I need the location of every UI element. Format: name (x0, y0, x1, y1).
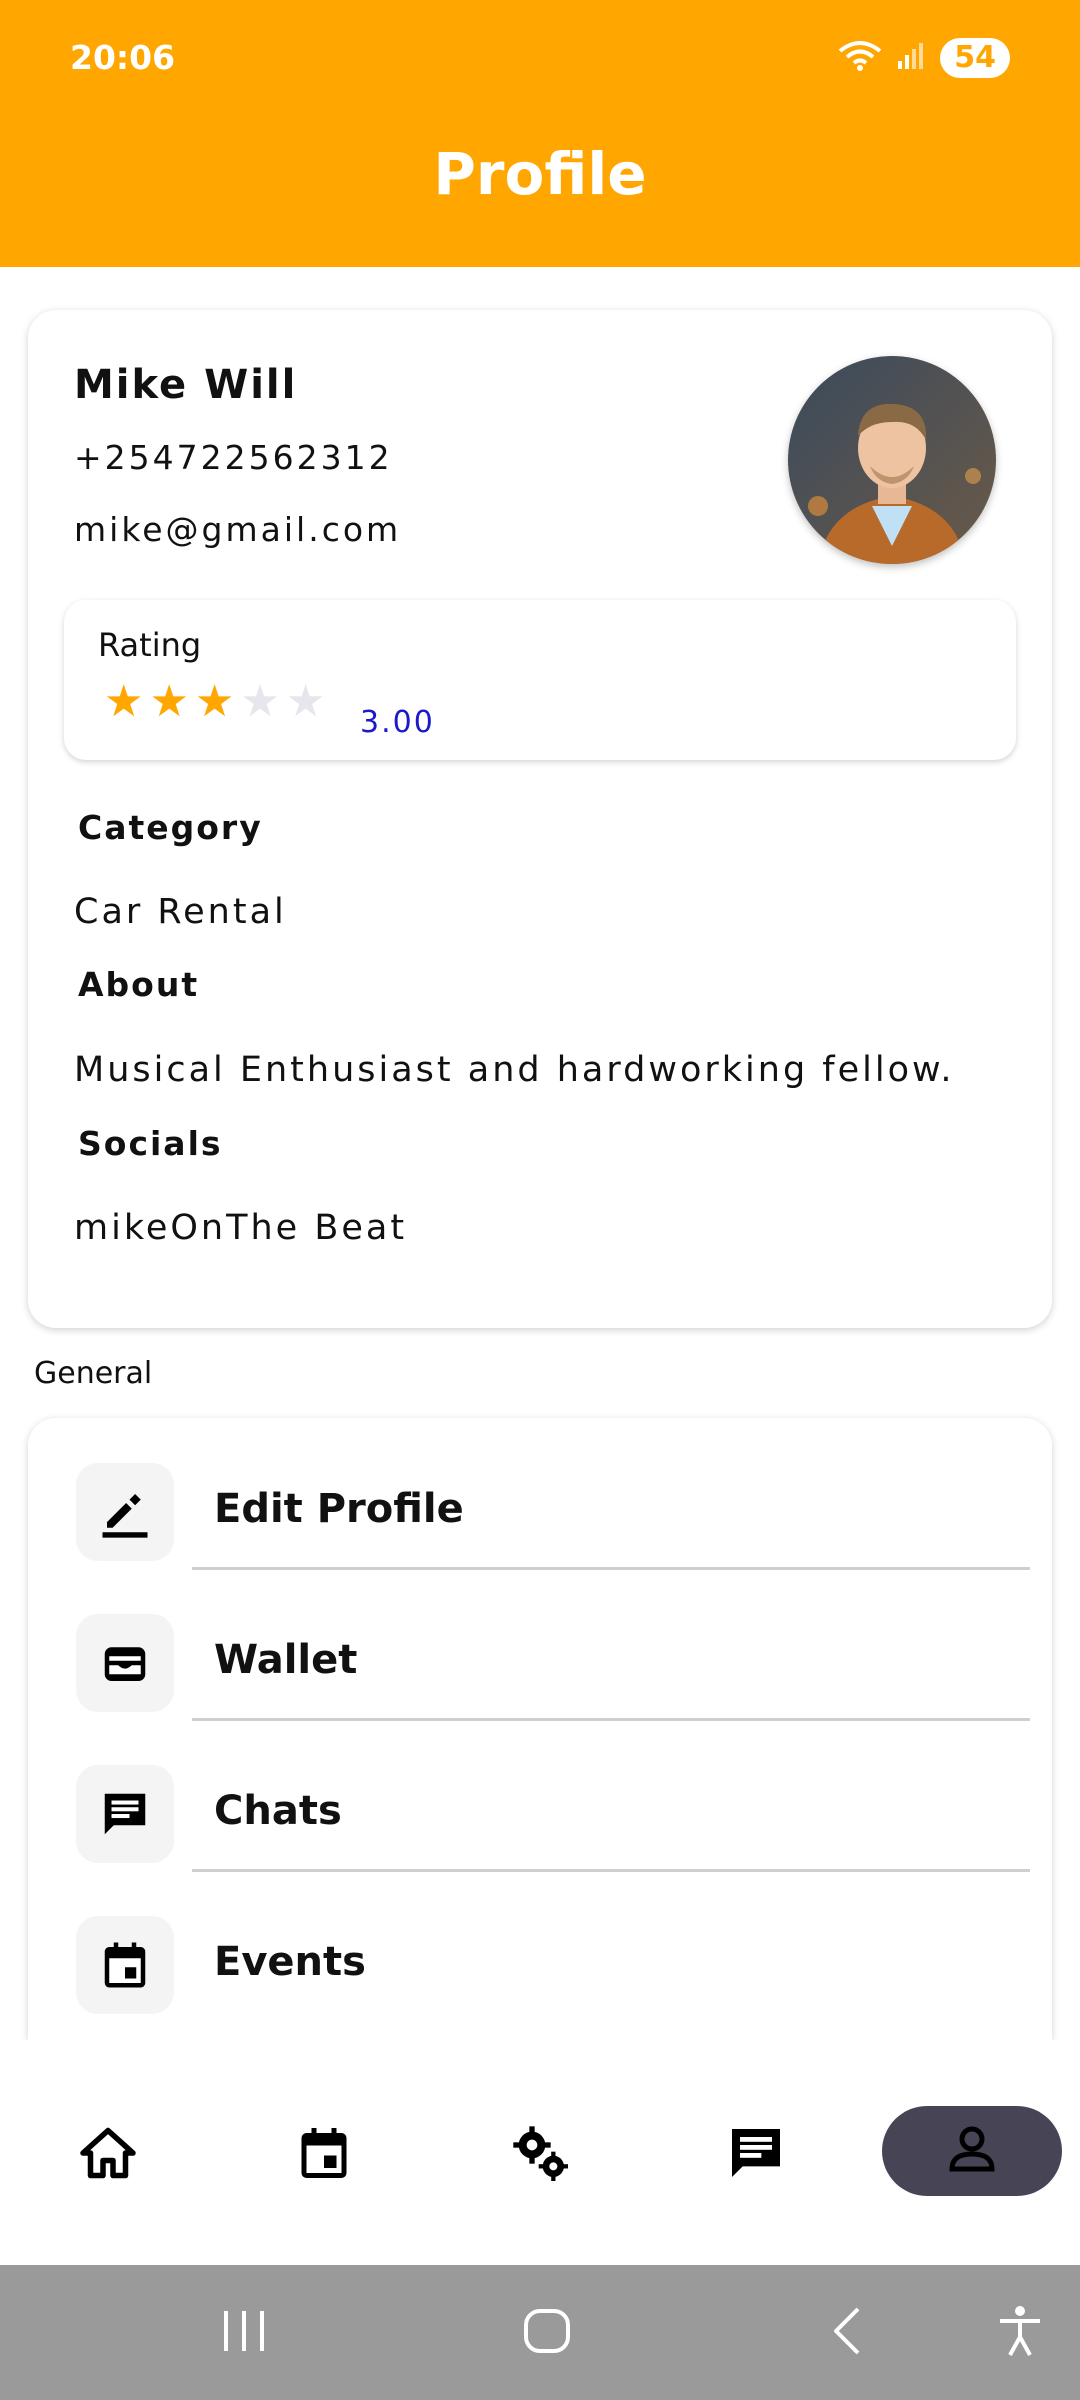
app-header: 20:06 54 Profile (0, 0, 1080, 267)
menu-label: Wallet (214, 1637, 358, 1683)
rating-value: 3.00 (360, 705, 435, 740)
menu-label: Events (214, 1939, 366, 1985)
chat-icon (76, 1765, 174, 1863)
home-nav-icon[interactable] (520, 2303, 576, 2363)
profile-email: mike@gmail.com (74, 510, 402, 549)
nav-home[interactable] (48, 2110, 168, 2200)
general-menu: Edit Profile Wallet Chats Events (28, 1418, 1052, 2040)
about-title: About (78, 965, 200, 1004)
star-icon: ★ (149, 676, 189, 727)
bottom-nav (0, 2040, 1080, 2265)
menu-item-events[interactable]: Events (28, 1871, 1052, 2021)
menu-item-edit-profile[interactable]: Edit Profile (28, 1418, 1052, 1570)
signal-icon (896, 41, 926, 75)
page-title: Profile (433, 140, 647, 208)
socials-value: mikeOnThe Beat (74, 1208, 408, 1248)
wifi-icon (838, 39, 882, 77)
general-section-label: General (34, 1356, 153, 1391)
battery-badge: 54 (940, 38, 1010, 78)
avatar[interactable] (788, 356, 996, 564)
rating-box: Rating ★ ★ ★ ★ ★ 3.00 (64, 600, 1016, 760)
star-icon: ★ (285, 676, 326, 727)
calendar-icon (76, 1916, 174, 2014)
about-value: Musical Enthusiast and hardworking fello… (74, 1050, 955, 1090)
back-icon[interactable] (826, 2303, 870, 2363)
menu-label: Chats (214, 1788, 342, 1834)
person-icon (942, 2119, 1002, 2183)
menu-item-chats[interactable]: Chats (28, 1720, 1052, 1872)
calendar-icon (294, 2123, 354, 2187)
home-icon (78, 2123, 138, 2187)
accessibility-icon[interactable] (996, 2303, 1044, 2363)
category-title: Category (78, 808, 263, 847)
recents-icon[interactable] (220, 2303, 268, 2363)
status-icons: 54 (838, 38, 1010, 78)
menu-item-wallet[interactable]: Wallet (28, 1569, 1052, 1721)
profile-phone: +254722562312 (74, 438, 393, 477)
settings-icon (508, 2121, 572, 2189)
edit-icon (76, 1463, 174, 1561)
status-time: 20:06 (70, 38, 176, 77)
system-nav-bar (0, 2265, 1080, 2400)
category-value: Car Rental (74, 892, 287, 932)
chat-icon (724, 2121, 788, 2189)
menu-label: Edit Profile (214, 1486, 464, 1532)
rating-label: Rating (98, 626, 202, 664)
nav-calendar[interactable] (264, 2110, 384, 2200)
rating-stars: ★ ★ ★ ★ ★ (104, 678, 325, 726)
star-icon: ★ (194, 676, 235, 727)
nav-profile[interactable] (882, 2106, 1062, 2196)
nav-settings[interactable] (480, 2110, 600, 2200)
nav-chats[interactable] (696, 2110, 816, 2200)
profile-card: Mike Will +254722562312 mike@gmail.com R… (28, 310, 1052, 1328)
star-icon: ★ (104, 676, 144, 727)
profile-name: Mike Will (74, 362, 298, 408)
wallet-icon (76, 1614, 174, 1712)
socials-title: Socials (78, 1124, 223, 1163)
star-icon: ★ (240, 676, 280, 727)
